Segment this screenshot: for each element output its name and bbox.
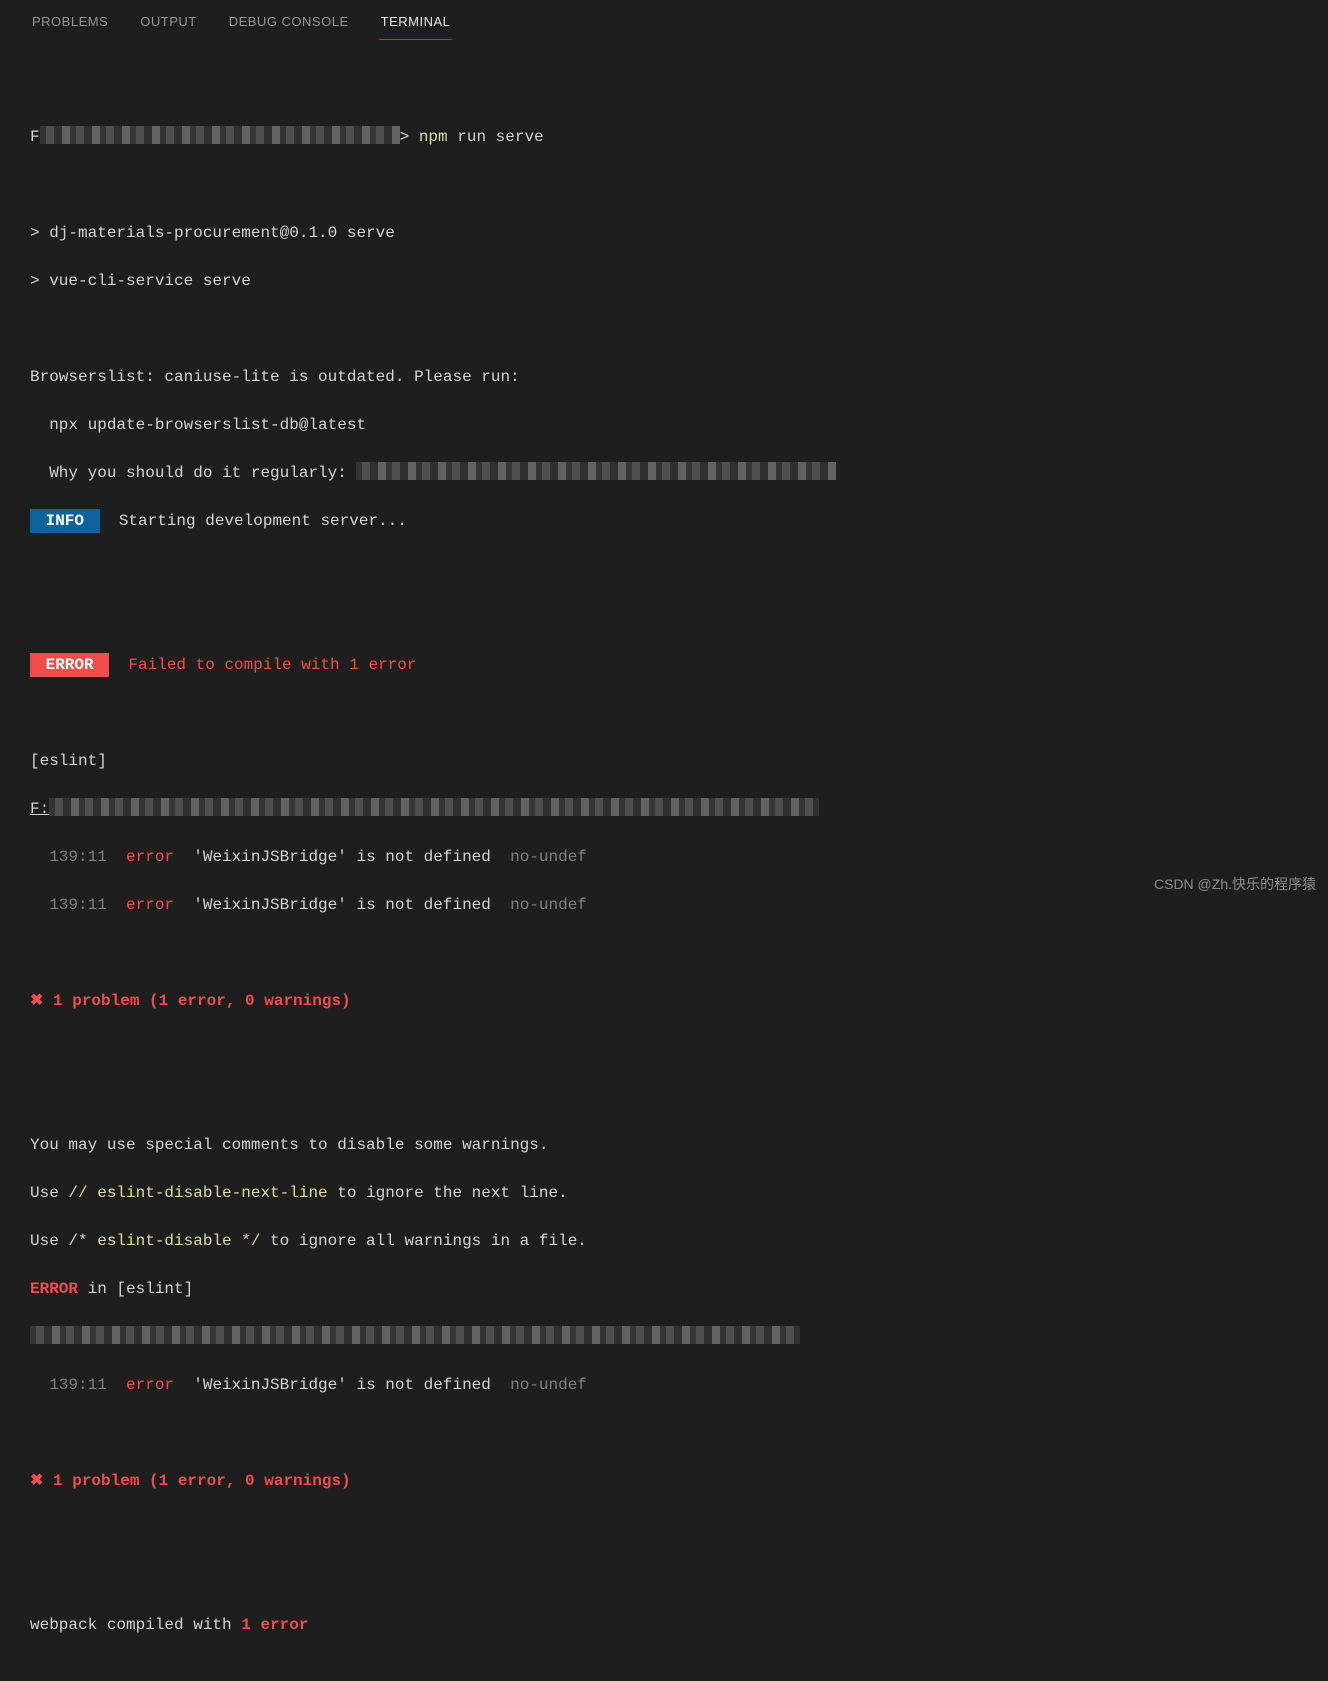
- problem-summary-1: 1 problem (1 error, 0 warnings): [43, 992, 350, 1010]
- tab-output[interactable]: OUTPUT: [138, 8, 198, 40]
- error-badge: ERROR: [30, 653, 109, 677]
- error-in-rest: in [eslint]: [78, 1280, 193, 1298]
- tab-problems[interactable]: PROBLEMS: [30, 8, 110, 40]
- censored-file-1: [49, 798, 819, 816]
- script-line-1: > dj-materials-procurement@0.1.0 serve: [30, 221, 1298, 245]
- webpack-status-b: 1 error: [241, 1616, 308, 1634]
- hint3b: /* eslint-disable */: [68, 1232, 260, 1250]
- tab-terminal[interactable]: TERMINAL: [379, 8, 453, 40]
- watermark: CSDN @Zh.快乐的程序猿: [1154, 874, 1316, 894]
- censored-url: [356, 462, 836, 480]
- cmd-args: run serve: [448, 128, 544, 146]
- lint-rule-2: no-undef: [510, 896, 587, 914]
- hint3c: to ignore all warnings in a file.: [260, 1232, 586, 1250]
- censored-file-2: [30, 1326, 800, 1344]
- eslint-header: [eslint]: [30, 749, 1298, 773]
- browserslist-why: Why you should do it regularly:: [30, 464, 356, 482]
- info-text: Starting development server...: [100, 512, 407, 530]
- error-summary: Failed to compile with 1 error: [109, 656, 416, 674]
- problem-summary-2: 1 problem (1 error, 0 warnings): [43, 1472, 350, 1490]
- error-in: ERROR: [30, 1280, 78, 1298]
- lint-severity-3: error: [126, 1376, 174, 1394]
- terminal-output[interactable]: F > npm run serve > dj-materials-procurem…: [0, 41, 1328, 1681]
- censored-path: [40, 126, 400, 144]
- browserslist-warning: Browserslist: caniuse-lite is outdated. …: [30, 365, 1298, 389]
- error-x-icon-2: ✖: [30, 1472, 43, 1490]
- prompt-path: F: [30, 128, 40, 146]
- lint-severity-2: error: [126, 896, 174, 914]
- hint2b: // eslint-disable-next-line: [68, 1184, 327, 1202]
- eslint-file: F:: [30, 800, 49, 818]
- lint-location-1: 139:11: [30, 848, 107, 866]
- hint2c: to ignore the next line.: [328, 1184, 568, 1202]
- panel-tabs: PROBLEMS OUTPUT DEBUG CONSOLE TERMINAL: [0, 0, 1328, 41]
- lint-severity-1: error: [126, 848, 174, 866]
- prompt-arrow: >: [400, 128, 410, 146]
- lint-location-2: 139:11: [30, 896, 107, 914]
- error-x-icon: ✖: [30, 992, 43, 1010]
- lint-message-3: 'WeixinJSBridge' is not defined: [193, 1376, 491, 1394]
- browserslist-cmd: npx update-browserslist-db@latest: [30, 413, 1298, 437]
- hint-line-1: You may use special comments to disable …: [30, 1133, 1298, 1157]
- info-badge: INFO: [30, 509, 100, 533]
- lint-message-1: 'WeixinJSBridge' is not defined: [193, 848, 491, 866]
- lint-message-2: 'WeixinJSBridge' is not defined: [193, 896, 491, 914]
- hint3a: Use: [30, 1232, 68, 1250]
- tab-debug-console[interactable]: DEBUG CONSOLE: [227, 8, 351, 40]
- cmd-npm: npm: [419, 128, 448, 146]
- script-line-2: > vue-cli-service serve: [30, 269, 1298, 293]
- lint-location-3: 139:11: [30, 1376, 107, 1394]
- lint-rule-1: no-undef: [510, 848, 587, 866]
- lint-rule-3: no-undef: [510, 1376, 587, 1394]
- webpack-status-a: webpack compiled with: [30, 1616, 241, 1634]
- hint2a: Use: [30, 1184, 68, 1202]
